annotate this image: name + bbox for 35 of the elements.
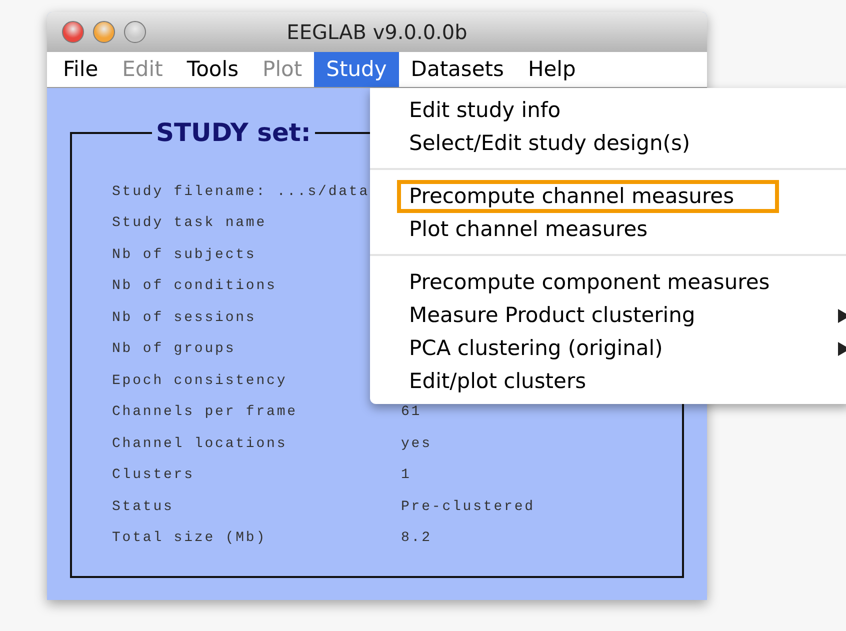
field-label: Nb of groups [112,340,237,360]
menu-option[interactable]: Plot channel measures [397,213,846,246]
menu-option[interactable]: Precompute component measures [397,266,846,299]
menu-option[interactable]: Edit/plot clusters [397,365,846,398]
minimize-button[interactable] [93,21,115,43]
close-button[interactable] [62,21,84,43]
field-label: Study filename: ...s/data [112,182,371,202]
menu-item[interactable]: Study [314,52,399,87]
menu-option[interactable]: Edit study info [397,94,846,127]
field-label: Nb of subjects [112,246,258,265]
menu-option[interactable]: Precompute channel measures [397,180,779,213]
field-value: 61 [401,403,422,422]
field-label: Status [112,498,175,517]
field-label: Total size (Mb) [112,529,268,548]
window-title: EEGLAB v9.0.0.0b [286,19,468,46]
field-label: Study task name [112,214,268,234]
menu-option[interactable]: Measure Product clustering [397,299,846,332]
field-label: Nb of sessions [112,308,258,328]
menu-item[interactable]: Datasets [398,52,516,87]
field-label: Channel locations [112,434,288,454]
menu-item[interactable]: Tools [174,52,251,87]
menu-option[interactable]: PCA clustering (original) [397,332,846,365]
field-value: yes [401,434,432,454]
field-value: 1 [401,466,412,486]
menu-option[interactable]: Select/Edit study design(s) [397,127,846,160]
panel-title: STUDY set: [155,117,312,149]
field-label: Nb of conditions [112,277,278,296]
menu-item[interactable]: Help [516,52,588,87]
field-label: Epoch consistency [112,372,288,391]
field-value: Pre-clustered [401,498,535,517]
zoom-button[interactable] [124,21,146,43]
field-label: Channels per frame [112,403,298,422]
menu-item[interactable]: File [51,52,110,87]
field-label: Clusters [112,466,196,486]
field-value: 8.2 [401,529,432,548]
